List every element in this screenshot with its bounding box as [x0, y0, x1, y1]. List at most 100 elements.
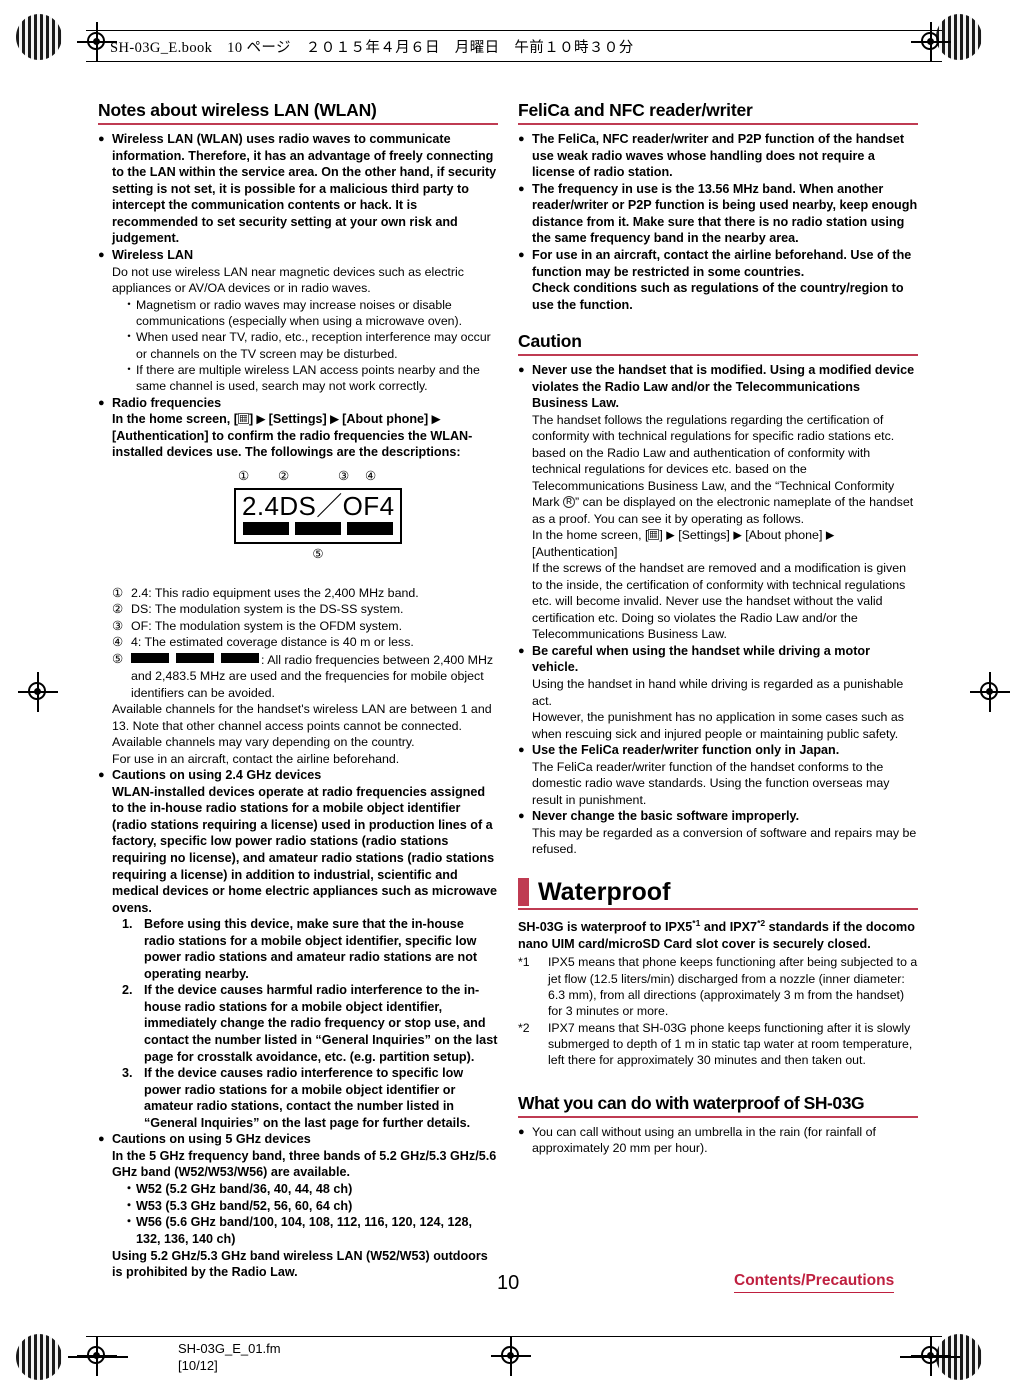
radio-frequency-note-1: Available channels for the handset's wir…	[112, 702, 492, 733]
running-head-label: Contents/Precautions	[734, 1272, 895, 1293]
dash-bullet-icon: ・	[123, 296, 136, 311]
step-number-3: 3.	[122, 1066, 133, 1081]
chevron-right-icon: ▶	[666, 529, 675, 542]
wireless-lan-title: Wireless LAN	[112, 247, 194, 262]
footer-rule	[86, 1336, 942, 1337]
legend-text-1: 2.4: This radio equipment uses the 2,400…	[131, 585, 419, 600]
path-step-d-text: [Authentication]	[532, 544, 618, 559]
page-number: 10	[497, 1272, 520, 1294]
chevron-right-icon: ▶	[330, 413, 339, 426]
list-item: ● The FeliCa, NFC reader/writer and P2P …	[518, 131, 918, 181]
legend-bar	[176, 652, 214, 663]
app-grid-icon	[648, 529, 660, 541]
list-item: ④ 4: The estimated coverage distance is 4…	[112, 634, 498, 651]
bullet-dot-icon: ●	[98, 133, 105, 146]
wireless-lan-subitem-text: If there are multiple wireless LAN acces…	[136, 362, 480, 394]
diagram-callout-1: ①	[238, 468, 250, 483]
list-item: ・ W56 (5.6 GHz band/100, 104, 108, 112, 1…	[123, 1214, 498, 1247]
chevron-right-icon: ▶	[733, 529, 742, 542]
caution-item2-title: Be careful when using the handset while …	[532, 643, 870, 675]
file-slug: SH-03G_E_01.fm [10/12]	[178, 1340, 281, 1374]
list-item: 3. If the device causes radio interferenc…	[122, 1065, 498, 1131]
cautions-5ghz-bands: ・ W52 (5.2 GHz band/36, 40, 44, 48 ch) ・ W…	[112, 1181, 498, 1248]
radio-frequencies-title: Radio frequencies	[112, 395, 222, 410]
footnote-mark-1: *1	[518, 955, 530, 970]
crop-line-bottom-right	[900, 1356, 960, 1358]
chevron-right-icon: ▶	[256, 413, 266, 426]
waterproof-footnote-1: *1 IPX5 means that phone keeps functioni…	[518, 954, 918, 1019]
list-item: ③ OF: The modulation system is the OFDM s…	[112, 618, 498, 635]
diagram-callout-3: ③	[338, 468, 350, 483]
cautions-5ghz-body: In the 5 GHz frequency band, three bands…	[112, 1148, 497, 1180]
radio-frequency-note-2: Available channels may vary depending on…	[112, 735, 415, 750]
list-item: ● Radio frequencies In the home screen, …	[98, 395, 498, 768]
list-item: ● For use in an aircraft, contact the ai…	[518, 247, 918, 313]
path-prefix-text: In the home screen, [	[532, 528, 649, 543]
caution-item3-body: The FeliCa reader/writer function of the…	[532, 759, 890, 807]
chevron-right-icon: ▶	[431, 413, 441, 426]
caution-item1-body-a: The handset follows the regulations rega…	[532, 412, 918, 528]
section-heading-caution: Caution	[518, 331, 918, 357]
wlan-bullet-list: ● Wireless LAN (WLAN) uses radio waves t…	[98, 131, 498, 1281]
app-grid-icon	[237, 413, 249, 425]
caution-item1-body-c: If the screws of the handset are removed…	[532, 561, 906, 642]
list-item: ・ W52 (5.2 GHz band/36, 40, 44, 48 ch)	[123, 1181, 498, 1198]
registration-mark-middle-left	[18, 672, 58, 712]
page-slug-bar: SH-03G_E.book 10 ページ ２０１５年４月６日 月曜日 午前１０時…	[86, 30, 942, 62]
list-item: 2. If the device causes harmful radio int…	[122, 982, 498, 1065]
bullet-dot-icon: ●	[518, 810, 525, 823]
legend-bar-group	[131, 651, 261, 668]
list-item: ● Never use the handset that is modified…	[518, 362, 918, 643]
legend-text-3: OF: The modulation system is the OFDM sy…	[131, 618, 403, 633]
dash-bullet-icon: ・	[123, 361, 136, 376]
band-text-w53: W53 (5.3 GHz band/52, 56, 60, 64 ch)	[136, 1198, 353, 1213]
file-name-text: SH-03G_E_01.fm	[178, 1341, 281, 1356]
waterproof-footnote-2: *2 IPX7 means that SH-03G phone keeps fu…	[518, 1020, 918, 1069]
legend-text-2: DS: The modulation system is the DS-SS s…	[131, 602, 404, 617]
bullet-dot-icon: ●	[518, 133, 525, 146]
dash-bullet-icon: ・	[123, 1214, 136, 1229]
caution-item4-title: Never change the basic software improper…	[532, 809, 800, 824]
corner-registration-swatch-bottom-left	[16, 1334, 62, 1380]
registration-mark-bottom-center	[491, 1336, 531, 1376]
path-step-3-text: [About phone]	[338, 412, 432, 427]
diagram-callout-2: ②	[278, 468, 290, 483]
bullet-dot-icon: ●	[98, 1133, 105, 1146]
chapter-heading-waterproof: Waterproof	[518, 877, 918, 911]
list-item: ● Cautions on using 5 GHz devices In the…	[98, 1131, 498, 1281]
bullet-dot-icon: ●	[98, 769, 105, 782]
legend-bar	[131, 652, 169, 663]
radio-frequency-legend: ① 2.4: This radio equipment uses the 2,40…	[112, 585, 498, 702]
list-item: ● Use the FeliCa reader/writer function …	[518, 742, 918, 808]
step-text-1: Before using this device, make sure that…	[144, 917, 478, 981]
wireless-lan-subitem-text: Magnetism or radio waves may increase no…	[136, 297, 463, 328]
path-step-c-text: [About phone]	[741, 528, 826, 543]
technical-conformity-mark-icon	[562, 496, 575, 509]
step-number-1: 1.	[122, 917, 133, 932]
diagram-bar-group	[242, 521, 394, 535]
band-text-w52: W52 (5.2 GHz band/36, 40, 44, 48 ch)	[136, 1181, 353, 1196]
legend-bar	[221, 652, 259, 663]
radio-frequency-note-3: For use in an aircraft, contact the airl…	[112, 751, 400, 766]
felica-bullet-text: The frequency in use is the 13.56 MHz ba…	[532, 181, 918, 246]
caution-item2-body: Using the handset in hand while driving …	[532, 677, 904, 741]
list-item: ● Wireless LAN Do not use wireless LAN n…	[98, 247, 498, 395]
path-prefix-text: In the home screen, [	[112, 412, 238, 427]
cautions-24ghz-body: WLAN-installed devices operate at radio …	[112, 784, 497, 915]
felica-bullet-list: ● The FeliCa, NFC reader/writer and P2P …	[518, 131, 918, 313]
path-step-1-text: ]	[248, 412, 257, 427]
diagram-callout-5: ⑤	[312, 546, 324, 561]
footnote-text-2: IPX7 means that SH-03G phone keeps funct…	[548, 1020, 913, 1068]
legend-mark-4: ④	[112, 635, 124, 650]
bullet-dot-icon: ●	[98, 248, 105, 261]
diagram-box: 2.4DS／OF4	[234, 487, 402, 544]
corner-registration-swatch-top-left	[16, 14, 62, 60]
footnote-text-1: IPX5 means that phone keeps functioning …	[548, 955, 918, 1019]
bullet-dot-icon: ●	[518, 744, 525, 756]
path-step-b-text: [Settings]	[674, 528, 734, 543]
dash-bullet-icon: ・	[123, 329, 136, 344]
band-text-w56: W56 (5.6 GHz band/100, 104, 108, 112, 11…	[136, 1215, 473, 1247]
caution-bullet-list: ● Never use the handset that is modified…	[518, 362, 918, 857]
caution-item3-title: Use the FeliCa reader/writer function on…	[532, 743, 840, 757]
chapter-title-text: Waterproof	[538, 877, 671, 906]
